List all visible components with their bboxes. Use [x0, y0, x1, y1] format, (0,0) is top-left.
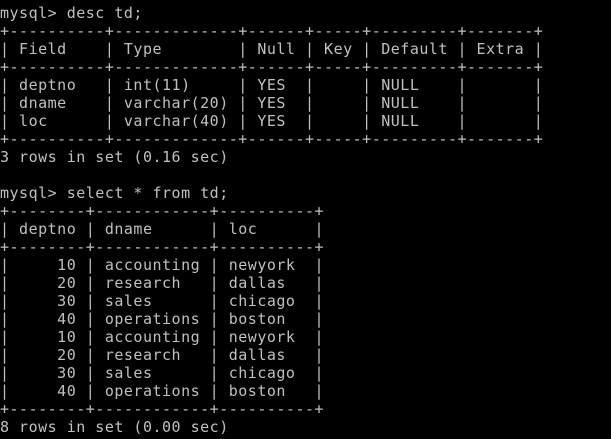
select-table-row: | 40 | operations | boston |: [0, 310, 325, 328]
select-result-summary: 8 rows in set (0.00 sec): [0, 418, 229, 436]
select-table-row: | 10 | accounting | newyork |: [0, 328, 325, 346]
select-table-header-border: +--------+------------+----------+: [0, 238, 325, 256]
desc-table-bottom-border: +----------+-------------+------+-----+-…: [0, 130, 544, 148]
desc-table-row: | deptno | int(11) | YES | | NULL | |: [0, 76, 544, 94]
select-table-row: | 20 | research | dallas |: [0, 346, 325, 364]
terminal-output[interactable]: mysql> desc td; +----------+------------…: [0, 4, 611, 439]
desc-result-summary: 3 rows in set (0.16 sec): [0, 148, 229, 166]
select-table-top-border: +--------+------------+----------+: [0, 202, 325, 220]
desc-table-row: | loc | varchar(40) | YES | | NULL | |: [0, 112, 544, 130]
desc-table-header-row: | Field | Type | Null | Key | Default | …: [0, 40, 544, 58]
select-table-row: | 30 | sales | chicago |: [0, 292, 325, 310]
select-table-row: | 10 | accounting | newyork |: [0, 256, 325, 274]
select-table-row: | 20 | research | dallas |: [0, 274, 325, 292]
select-table-bottom-border: +--------+------------+----------+: [0, 400, 325, 418]
desc-table-row: | dname | varchar(20) | YES | | NULL | |: [0, 94, 544, 112]
select-table-header-row: | deptno | dname | loc |: [0, 220, 325, 238]
desc-table-header-border: +----------+-------------+------+-----+-…: [0, 58, 544, 76]
command-line-select: mysql> select * from td;: [0, 184, 229, 202]
desc-table-top-border: +----------+-------------+------+-----+-…: [0, 22, 544, 40]
select-table-row: | 40 | operations | boston |: [0, 382, 325, 400]
command-line-desc: mysql> desc td;: [0, 4, 143, 22]
select-table-row: | 30 | sales | chicago |: [0, 364, 325, 382]
